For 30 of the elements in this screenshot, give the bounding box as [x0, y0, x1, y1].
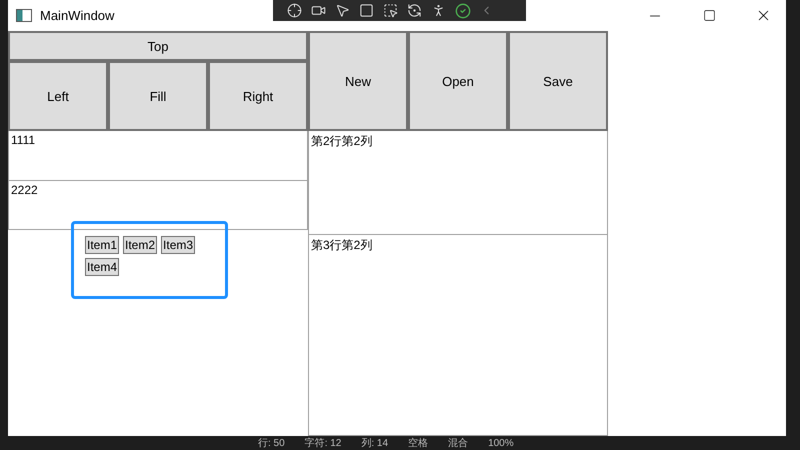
- status-text: 100%: [488, 438, 514, 448]
- right-button[interactable]: Right: [208, 61, 308, 131]
- wrap-item-button[interactable]: Item1: [85, 236, 120, 254]
- stack-cell: 2222: [8, 181, 308, 230]
- toolbar-button[interactable]: Save: [508, 31, 608, 131]
- check-icon[interactable]: [455, 2, 471, 18]
- pointer-square-icon[interactable]: [383, 3, 398, 18]
- top-button[interactable]: Top: [8, 31, 308, 61]
- status-text: 列: 14: [361, 437, 388, 450]
- refresh-icon[interactable]: [407, 3, 422, 18]
- maximize-icon[interactable]: [702, 9, 716, 22]
- status-text: 行: 50: [258, 437, 285, 450]
- status-text: 混合: [448, 437, 468, 450]
- status-text: 字符: 12: [304, 436, 342, 450]
- fill-button[interactable]: Fill: [108, 61, 208, 131]
- status-text: 空格: [408, 436, 428, 450]
- crosshair-icon[interactable]: [287, 3, 302, 18]
- grid-cell: 第2行第2列: [308, 131, 608, 235]
- square-icon[interactable]: [359, 3, 374, 18]
- grid-cell: 第3行第2列: [308, 235, 608, 436]
- wrap-item-button[interactable]: Item4: [85, 258, 120, 276]
- toolbar-button[interactable]: New: [308, 31, 408, 131]
- pointer-icon[interactable]: [335, 3, 350, 18]
- window-title: MainWindow: [40, 8, 114, 23]
- app-icon: [16, 9, 32, 22]
- wrap-item-button[interactable]: Item2: [123, 236, 158, 254]
- stack-cell: 1111: [8, 131, 308, 181]
- toolbar-button[interactable]: Open: [408, 31, 508, 131]
- left-button[interactable]: Left: [8, 61, 108, 131]
- wrap-item-button[interactable]: Item3: [161, 236, 196, 254]
